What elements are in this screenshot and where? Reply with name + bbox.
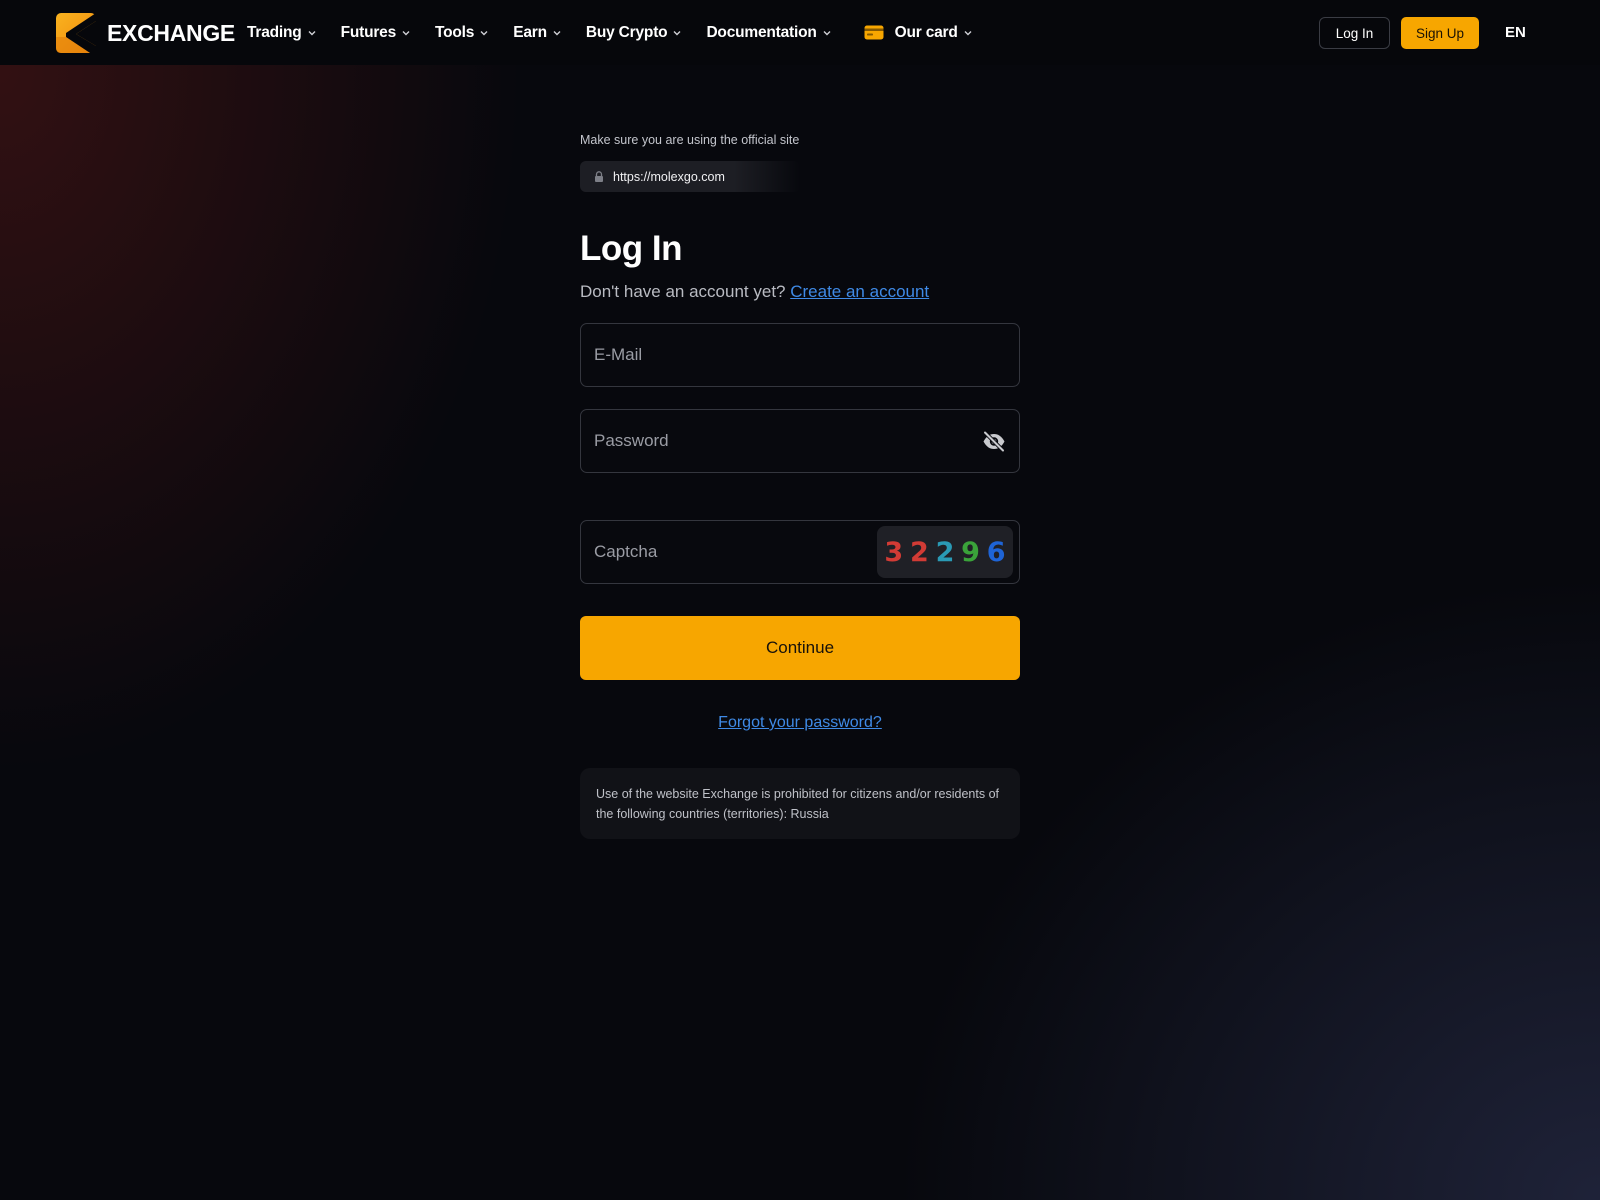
nav-buy-crypto[interactable]: Buy Crypto (586, 24, 682, 42)
top-header: EXCHANGE Trading Futures Tools Earn Buy … (0, 0, 1600, 65)
login-panel: Make sure you are using the official sit… (580, 133, 1020, 839)
no-account-line: Don't have an account yet? Create an acc… (580, 282, 1020, 304)
eye-slash-icon[interactable] (982, 431, 1006, 452)
chevron-down-icon (673, 30, 681, 35)
official-url-pill: https://molexgo.com (580, 161, 800, 192)
forgot-password-link[interactable]: Forgot your password? (718, 714, 882, 731)
nav-our-card[interactable]: Our card (864, 24, 972, 42)
captcha-digit: 9 (961, 536, 980, 568)
chevron-down-icon (964, 30, 972, 35)
logo-text: EXCHANGE (107, 19, 235, 46)
header-signup-button[interactable]: Sign Up (1401, 17, 1479, 49)
email-field-wrapper (580, 323, 1020, 387)
exchange-logo-icon (56, 13, 96, 53)
restriction-notice: Use of the website Exchange is prohibite… (580, 768, 1020, 839)
nav-buy-crypto-label: Buy Crypto (585, 23, 668, 41)
password-field-wrapper (580, 409, 1020, 473)
chevron-down-icon (402, 30, 410, 35)
page-title: Log In (580, 229, 682, 268)
language-selector[interactable]: EN (1505, 24, 1526, 41)
chevron-down-icon (308, 30, 316, 35)
captcha-digit: 3 (884, 536, 904, 568)
logo[interactable]: EXCHANGE (56, 13, 235, 53)
chevron-down-icon (480, 30, 488, 35)
captcha-digit: 2 (909, 536, 929, 568)
nav-documentation[interactable]: Documentation (706, 23, 831, 42)
nav-trading-label: Trading (247, 23, 302, 41)
lock-icon (595, 171, 603, 182)
create-account-link[interactable]: Create an account (790, 282, 929, 301)
card-icon (864, 25, 884, 40)
forgot-password-row: Forgot your password? (580, 714, 1020, 734)
chevron-down-icon (553, 30, 561, 35)
nav-earn[interactable]: Earn (513, 24, 561, 42)
nav-our-card-label: Our card (894, 23, 958, 41)
captcha-image[interactable]: 3 2 2 9 6 (877, 526, 1013, 578)
main-nav: Trading Futures Tools Earn Buy Crypto Do… (247, 0, 997, 65)
captcha-digit: 6 (986, 536, 1006, 568)
nav-earn-label: Earn (513, 23, 547, 41)
official-site-note: Make sure you are using the official sit… (580, 133, 800, 147)
nav-tools[interactable]: Tools (435, 24, 488, 42)
nav-futures[interactable]: Futures (341, 24, 410, 42)
captcha-field-wrapper: 3 2 2 9 6 (580, 520, 1020, 584)
password-input[interactable] (581, 410, 1019, 472)
nav-futures-label: Futures (340, 23, 397, 41)
nav-trading[interactable]: Trading (247, 24, 316, 42)
nav-tools-label: Tools (435, 23, 475, 41)
header-login-button[interactable]: Log In (1319, 17, 1390, 49)
no-account-text: Don't have an account yet? (580, 282, 786, 301)
continue-button[interactable]: Continue (580, 616, 1020, 680)
official-url: https://molexgo.com (613, 169, 725, 184)
nav-documentation-label: Documentation (706, 23, 817, 41)
email-input[interactable] (581, 324, 1019, 386)
captcha-digit: 2 (935, 536, 955, 568)
chevron-down-icon (823, 30, 831, 35)
